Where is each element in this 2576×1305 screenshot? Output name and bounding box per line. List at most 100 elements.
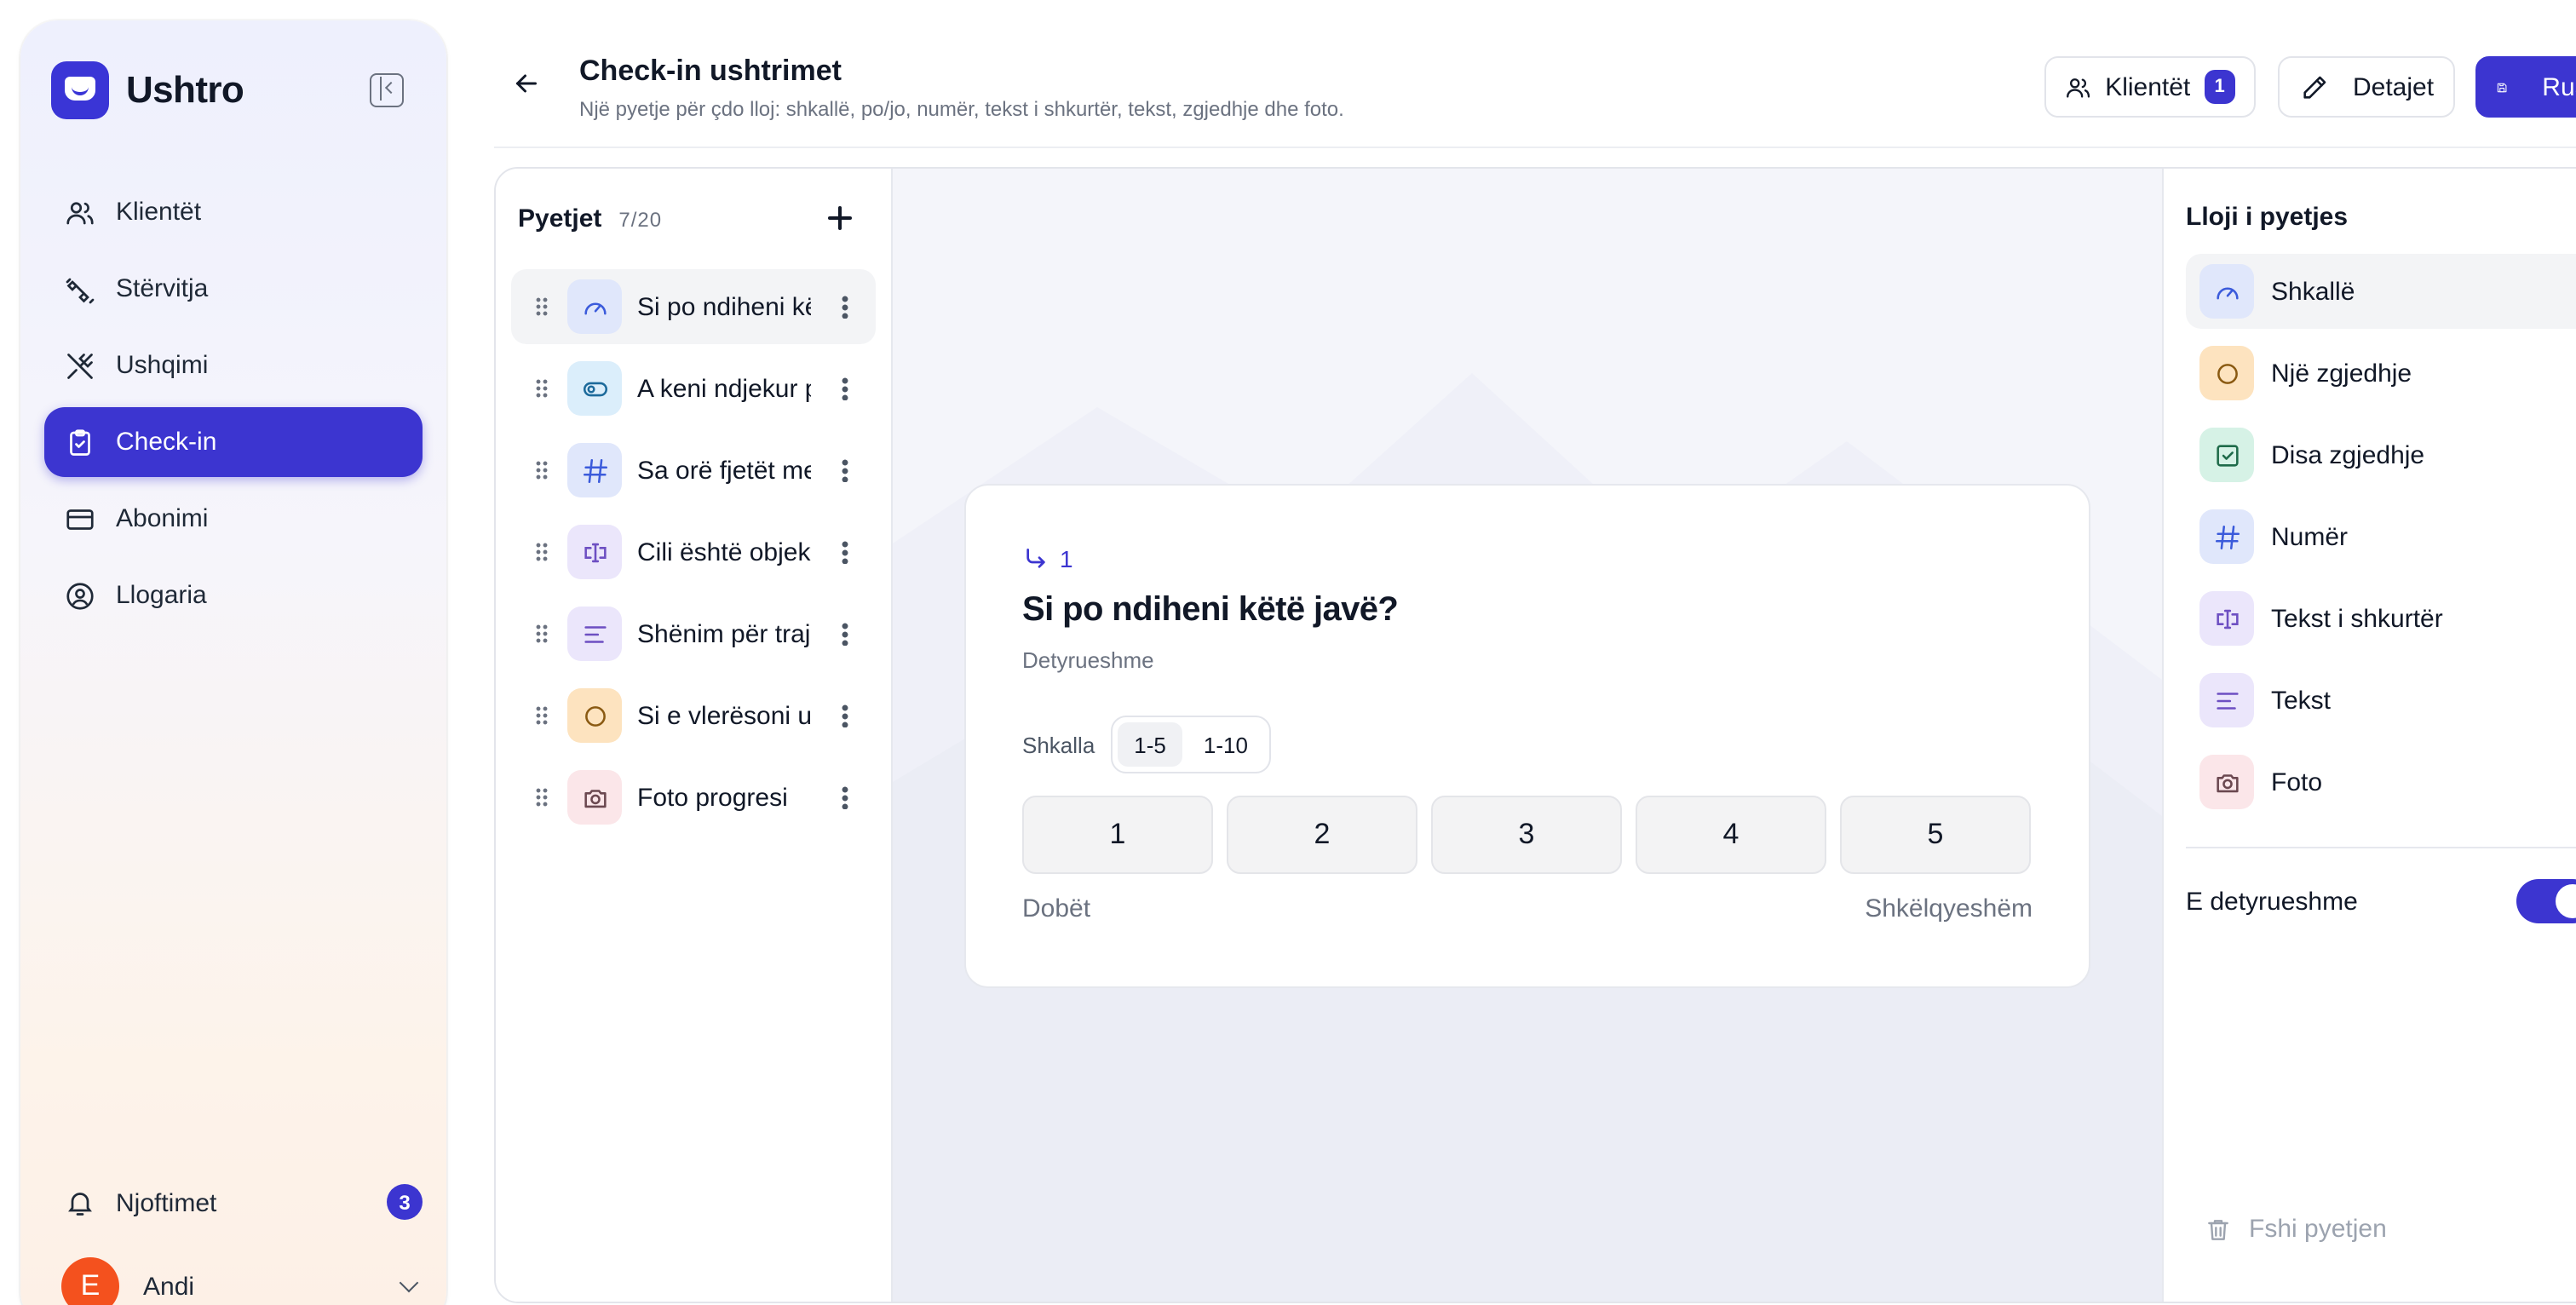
notifications-label: Njoftimet	[116, 1188, 217, 1217]
circle-icon	[567, 688, 622, 743]
notifications-item[interactable]: Njoftimet 3	[65, 1179, 423, 1227]
sidebar-item-llogaria[interactable]: Llogaria	[44, 561, 423, 630]
scale-value-button[interactable]: 1	[1022, 796, 1213, 874]
more-vertical-icon[interactable]	[842, 785, 848, 809]
list-item[interactable]: Foto progresi	[511, 760, 876, 835]
brand-name: Ushtro	[126, 68, 244, 111]
required-toggle[interactable]	[2516, 879, 2576, 923]
scale-value-button[interactable]: 3	[1431, 796, 1622, 874]
type-option-label: Foto	[2271, 767, 2323, 796]
scale-value-button[interactable]: 4	[1636, 796, 1826, 874]
user-circle-icon	[65, 580, 95, 611]
sidebar-item-label: Llogaria	[116, 581, 207, 610]
sidebar-item-check-in[interactable]: Check-in	[44, 407, 423, 477]
collapse-sidebar-icon[interactable]	[370, 73, 404, 107]
sidebar-item-label: Klientët	[116, 198, 202, 227]
sidebar-item-ushqimi[interactable]: Ushqimi	[44, 331, 423, 400]
type-option-label: Tekst	[2271, 686, 2332, 715]
user-menu[interactable]: E Andi	[61, 1257, 423, 1305]
camera-icon	[567, 770, 622, 825]
more-vertical-icon[interactable]	[842, 704, 848, 727]
header-divider	[494, 147, 2576, 148]
drag-handle-icon[interactable]	[535, 542, 549, 562]
editor-panel: Pyetjet 7/20 Si po ndiheni këtë javë? A …	[494, 167, 2576, 1303]
pencil-icon	[2303, 75, 2326, 98]
back-arrow-icon[interactable]	[511, 68, 542, 99]
sidebar-item-label: Ushqimi	[116, 351, 209, 380]
drag-handle-icon[interactable]	[535, 624, 549, 644]
type-option-foto[interactable]: Foto	[2186, 744, 2576, 819]
questions-header: Pyetjet 7/20	[518, 204, 662, 233]
list-item[interactable]: Shënim për trajnerin	[511, 596, 876, 671]
question-number-text: 1	[1060, 545, 1073, 572]
list-item[interactable]: Si po ndiheni këtë javë?	[511, 269, 876, 344]
list-item[interactable]: Si e vlerësoni ushqimin?	[511, 678, 876, 753]
list-item[interactable]: Sa orë fjetët mesatarisht?	[511, 433, 876, 508]
details-button[interactable]: Detajet	[2278, 56, 2455, 118]
sidebar-item-klientet[interactable]: Klientët	[44, 177, 423, 247]
drag-handle-icon[interactable]	[535, 705, 549, 726]
camera-icon	[2199, 755, 2254, 809]
dumbbell-icon	[65, 273, 95, 304]
save-button[interactable]: Ruaj	[2475, 56, 2576, 118]
save-button-label: Ruaj	[2542, 72, 2576, 101]
add-question-icon[interactable]	[828, 206, 852, 230]
questions-list: Pyetjet 7/20 Si po ndiheni këtë javë? A …	[496, 169, 893, 1302]
type-option-label: Disa zgjedhje	[2271, 440, 2425, 469]
type-option-nje-zgjedhje[interactable]: Një zgjedhje	[2186, 336, 2576, 411]
scale-option-1-5[interactable]: 1-5	[1117, 722, 1183, 767]
question-label: Foto progresi	[637, 783, 788, 812]
preview-canvas: 1 Si po ndiheni këtë javë? Detyrueshme S…	[893, 169, 2162, 1302]
delete-question-button[interactable]: Fshi pyetjen	[2205, 1215, 2387, 1244]
clients-count-badge: 1	[2204, 70, 2235, 104]
scale-value-button[interactable]: 5	[1840, 796, 2031, 874]
required-setting: E detyrueshme	[2186, 879, 2576, 923]
type-option-disa-zgjedhje[interactable]: Disa zgjedhje	[2186, 417, 2576, 492]
type-option-tekst-i-shkurter[interactable]: Tekst i shkurtër	[2186, 581, 2576, 656]
question-label: Cili është objektivi?	[637, 538, 811, 566]
scale-value-button[interactable]: 2	[1227, 796, 1417, 874]
scale-low-label[interactable]: Dobët	[1022, 894, 1090, 923]
more-vertical-icon[interactable]	[842, 622, 848, 646]
sidebar-item-abonimi[interactable]: Abonimi	[44, 484, 423, 554]
list-item[interactable]: Cili është objektivi?	[511, 515, 876, 589]
type-option-label: Shkallë	[2271, 277, 2355, 306]
scale-high-label[interactable]: Shkëlqyeshëm	[1865, 894, 2033, 923]
question-label: Shënim për trajnerin	[637, 619, 811, 648]
type-option-shkalle[interactable]: Shkallë	[2186, 254, 2576, 329]
details-button-label: Detajet	[2353, 72, 2435, 101]
toggle-icon	[567, 361, 622, 416]
list-item[interactable]: A keni ndjekur planin?	[511, 351, 876, 426]
question-type-title: Lloji i pyetjes	[2186, 203, 2349, 232]
clients-button-label: Klientët	[2105, 72, 2191, 101]
question-number: 1	[1022, 545, 1073, 572]
type-option-tekst[interactable]: Tekst	[2186, 663, 2576, 738]
drag-handle-icon[interactable]	[535, 460, 549, 480]
sidebar-item-label: Stërvitja	[116, 274, 209, 303]
hash-icon	[567, 443, 622, 497]
avatar: E	[61, 1257, 119, 1305]
scale-segmented-control: 1-5 1-10	[1110, 716, 1272, 773]
more-vertical-icon[interactable]	[842, 295, 848, 319]
corner-down-right-icon	[1026, 549, 1045, 568]
more-vertical-icon[interactable]	[842, 540, 848, 564]
sidebar: Ushtro Klientët Stërvitja Ushqimi Check-…	[20, 20, 446, 1305]
more-vertical-icon[interactable]	[842, 458, 848, 482]
drag-handle-icon[interactable]	[535, 296, 549, 317]
more-vertical-icon[interactable]	[842, 377, 848, 400]
type-option-numer[interactable]: Numër	[2186, 499, 2576, 574]
hash-icon	[2199, 509, 2254, 564]
required-toggle-label: E detyrueshme	[2186, 887, 2358, 916]
sidebar-item-stervitja[interactable]: Stërvitja	[44, 254, 423, 324]
scale-option-1-10[interactable]: 1-10	[1187, 722, 1265, 767]
page-title: Check-in ushtrimet	[579, 55, 842, 87]
gauge-icon	[2199, 264, 2254, 319]
clients-button[interactable]: Klientët 1	[2044, 56, 2256, 118]
question-title[interactable]: Si po ndiheni këtë javë?	[1022, 591, 1399, 630]
text-cursor-icon	[2199, 591, 2254, 646]
sidebar-item-label: Check-in	[116, 428, 217, 457]
drag-handle-icon[interactable]	[535, 378, 549, 399]
drag-handle-icon[interactable]	[535, 787, 549, 808]
brand[interactable]: Ushtro	[51, 61, 244, 119]
sidebar-item-label: Abonimi	[116, 504, 209, 533]
